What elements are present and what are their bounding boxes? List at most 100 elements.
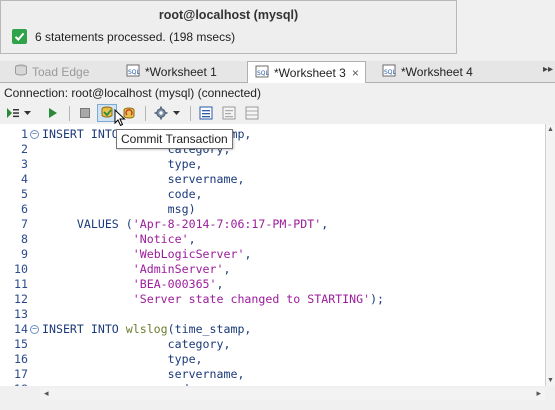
editor-toolbar: [0, 102, 555, 124]
tab-worksheet-1[interactable]: SQL *Worksheet 1: [126, 61, 217, 82]
line-number: 8: [21, 232, 28, 246]
tooltip: Commit Transaction: [116, 129, 233, 149]
line-number: 6: [21, 202, 28, 216]
line-number: 13: [14, 307, 28, 321]
mouse-pointer-icon: [114, 108, 126, 130]
code-line[interactable]: 16 type,: [0, 352, 545, 367]
tab-label: *Worksheet 1: [145, 64, 217, 79]
run-icon[interactable]: [46, 104, 60, 122]
code-token: 'WebLogicServer': [132, 247, 245, 261]
commit-icon: [100, 105, 114, 122]
code-line[interactable]: 2 category,: [0, 142, 545, 157]
scroll-right-icon[interactable]: ▸: [536, 388, 541, 399]
line-number: 12: [14, 292, 28, 306]
code-line[interactable]: 11 'BEA-000365',: [0, 277, 545, 292]
code-line[interactable]: 8 'Notice',: [0, 232, 545, 247]
code-text: 'AdminServer',: [42, 262, 231, 277]
code-token: code,: [42, 382, 203, 386]
gear-icon[interactable]: [153, 104, 169, 122]
format-sql-icon[interactable]: [198, 104, 214, 122]
code-line[interactable]: 3 type,: [0, 157, 545, 172]
tab-toad-edge[interactable]: Toad Edge: [14, 61, 89, 82]
code-text: 'BEA-000365',: [42, 277, 224, 292]
code-token: code,: [42, 187, 203, 201]
code-token: msg): [42, 202, 196, 216]
horizontal-scrollbar[interactable]: ◂ ▸: [40, 388, 545, 400]
sql-file-icon: SQL: [255, 65, 270, 81]
stop-icon[interactable]: [78, 104, 92, 122]
code-line[interactable]: 12 'Server state changed to STARTING');: [0, 292, 545, 307]
comment-icon[interactable]: [221, 104, 237, 122]
chevron-down-icon[interactable]: [171, 104, 181, 122]
editor-tab-bar: Toad Edge SQL *Worksheet 1 SQL *Workshee…: [0, 61, 555, 83]
code-line[interactable]: 10 'AdminServer',: [0, 262, 545, 277]
code-line[interactable]: 13: [0, 307, 545, 322]
code-token: ,: [188, 232, 196, 246]
line-number: 1: [21, 127, 28, 141]
code-line[interactable]: 5 code,: [0, 187, 545, 202]
close-tab-icon[interactable]: ×: [352, 66, 359, 80]
vertical-scrollbar[interactable]: ▲ ▼: [545, 124, 555, 386]
code-text: 'WebLogicServer',: [42, 247, 252, 262]
line-number: 3: [21, 157, 28, 171]
notification-message: 6 statements processed. (198 msecs): [35, 29, 236, 44]
execute-script-icon[interactable]: [6, 104, 20, 122]
code-token: 'BEA-000365': [132, 277, 217, 291]
code-token: type,: [42, 157, 203, 171]
code-line[interactable]: 15 category,: [0, 337, 545, 352]
line-number: 14: [14, 322, 28, 336]
svg-text:SQL: SQL: [128, 69, 141, 76]
tab-overflow-icon[interactable]: ▸▸: [543, 64, 553, 75]
code-token: ,: [223, 262, 231, 276]
code-token: INSERT INTO: [42, 322, 126, 336]
code-token: category,: [42, 337, 231, 351]
notification-title: root@localhost (mysql): [158, 8, 299, 22]
code-text: 'Server state changed to STARTING');: [42, 292, 384, 307]
notification-panel: root@localhost (mysql) 6 statements proc…: [0, 0, 457, 54]
success-check-icon: [12, 29, 27, 44]
code-text: type,: [42, 157, 203, 172]
code-line[interactable]: 14− INSERT INTO wlslog(time_stamp,: [0, 322, 545, 337]
sql-editor[interactable]: 1−INSERT INTO wlslog(time_stamp,2 catego…: [0, 124, 545, 386]
code-line[interactable]: 4 servername,: [0, 172, 545, 187]
code-line[interactable]: 6 msg): [0, 202, 545, 217]
svg-text:SQL: SQL: [384, 69, 397, 76]
scroll-down-icon[interactable]: ▼: [547, 377, 554, 384]
sql-file-icon: SQL: [382, 64, 397, 80]
line-number: 9: [21, 247, 28, 261]
scroll-left-icon[interactable]: ◂: [44, 388, 49, 399]
tab-label: Toad Edge: [32, 64, 90, 79]
line-number: 7: [21, 217, 28, 231]
fold-toggle-icon[interactable]: −: [30, 325, 39, 334]
code-text: INSERT INTO wlslog(time_stamp,: [42, 322, 251, 337]
code-line[interactable]: 1−INSERT INTO wlslog(time_stamp,: [0, 127, 545, 142]
tab-worksheet-4[interactable]: SQL *Worksheet 4: [382, 61, 473, 82]
tab-label: *Worksheet 3: [274, 65, 346, 80]
code-line[interactable]: 7 VALUES ('Apr-8-2014-7:06:17-PM-PDT',: [0, 217, 545, 232]
code-token: VALUES (: [42, 217, 133, 231]
uncomment-icon[interactable]: [244, 104, 260, 122]
code-line[interactable]: 18 code,: [0, 382, 545, 386]
line-number: 5: [21, 187, 28, 201]
scroll-up-icon[interactable]: ▲: [547, 126, 554, 133]
code-token: 'AdminServer': [132, 262, 224, 276]
code-text: code,: [42, 382, 203, 386]
database-icon: [14, 64, 28, 79]
line-number: 18: [0, 382, 28, 386]
code-line[interactable]: 17 servername,: [0, 367, 545, 382]
chevron-down-icon[interactable]: [22, 104, 32, 122]
code-token: 'Notice': [132, 232, 189, 246]
code-token: 'Apr-8-2014-7:06:17-PM-PDT': [132, 217, 322, 231]
fold-toggle-icon[interactable]: −: [30, 130, 39, 139]
code-line[interactable]: 9 'WebLogicServer',: [0, 247, 545, 262]
code-text: servername,: [42, 172, 245, 187]
code-text: type,: [42, 352, 203, 367]
tab-worksheet-3[interactable]: SQL *Worksheet 3 ×: [247, 61, 366, 83]
code-token: servername,: [42, 172, 245, 186]
code-text: 'Notice',: [42, 232, 196, 247]
code-text: msg): [42, 202, 196, 217]
line-number: 11: [14, 277, 28, 291]
line-number: 17: [14, 367, 28, 381]
svg-text:SQL: SQL: [257, 70, 270, 77]
